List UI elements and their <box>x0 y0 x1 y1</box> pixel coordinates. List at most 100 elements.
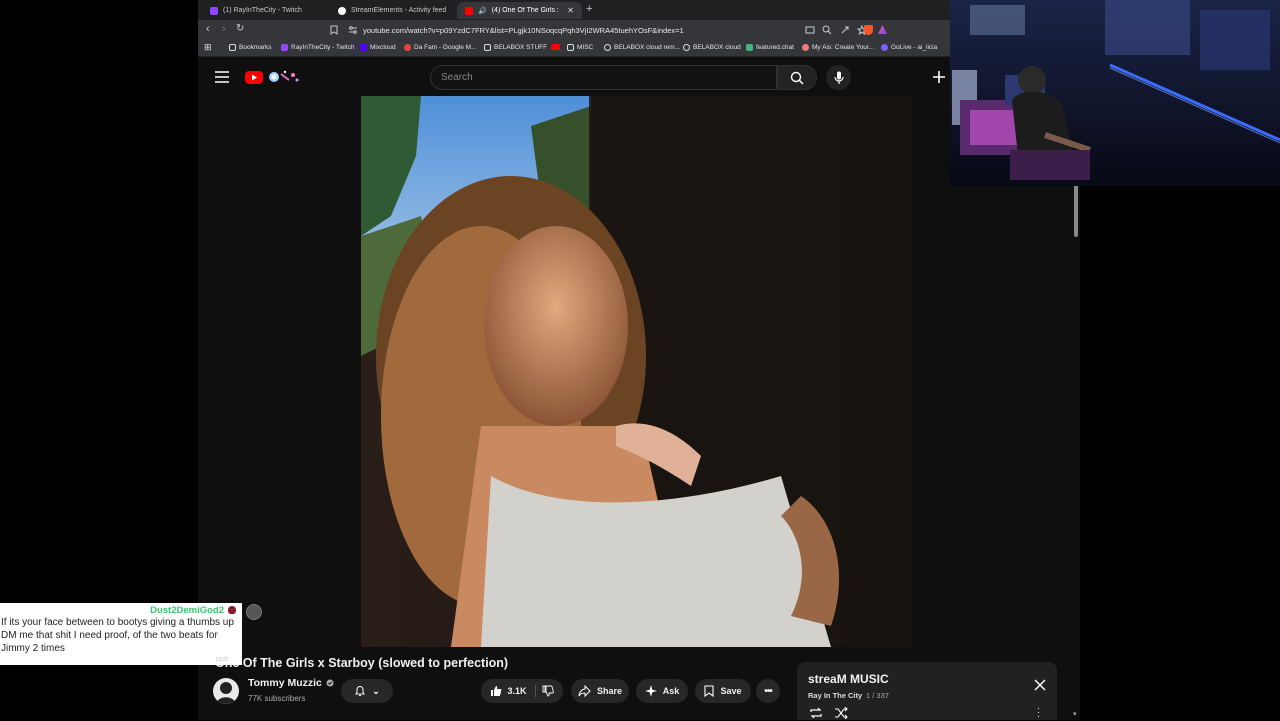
back-icon[interactable]: ‹ <box>206 23 210 35</box>
like-count: 3.1K <box>507 686 527 696</box>
bookmark-item[interactable]: Bookmarks <box>229 44 272 51</box>
brave-shield-icon[interactable] <box>864 25 873 35</box>
folder-icon <box>484 44 491 51</box>
thumbs-up-icon <box>491 686 502 696</box>
scroll-down-icon[interactable]: ▾ <box>1073 710 1077 718</box>
doodle-icon <box>267 69 301 85</box>
ask-label: Ask <box>662 686 680 696</box>
search-placeholder: Search <box>441 72 473 83</box>
save-button[interactable]: Save <box>695 679 751 703</box>
webcam-overlay <box>950 0 1280 186</box>
bookmark-star-icon[interactable] <box>329 25 339 35</box>
more-actions-button[interactable]: ••• <box>756 679 780 703</box>
folder-icon <box>567 44 574 51</box>
subscriber-count: 77K subscribers <box>248 694 306 703</box>
cast-icon[interactable] <box>805 25 815 35</box>
tab-streamelements[interactable]: StreamElements - Activity feed <box>330 2 455 19</box>
reload-icon[interactable]: ↻ <box>236 23 244 34</box>
bookmark-item[interactable]: My Ais: Create Your... <box>802 44 874 51</box>
bookmark-item[interactable]: GoLive - ai_licia <box>881 44 937 51</box>
new-tab-button[interactable]: + <box>586 3 592 15</box>
more-horizontal-icon: ••• <box>764 685 772 697</box>
bookmark-item[interactable]: BELABOX cloud <box>683 44 741 51</box>
create-icon[interactable] <box>932 70 946 84</box>
close-tab-icon[interactable]: ✕ <box>567 6 574 15</box>
zoom-icon[interactable] <box>822 25 832 35</box>
brave-rewards-icon[interactable] <box>878 25 887 34</box>
forward-icon[interactable]: › <box>222 23 226 35</box>
sparkle-icon <box>644 685 657 697</box>
shuffle-icon[interactable] <box>834 707 848 719</box>
bookmark-item[interactable]: featured.chat <box>746 44 794 51</box>
bookmark-item[interactable]: RayInTheCity - Twitch <box>281 44 354 51</box>
channel-row: Tommy Muzzic 77K subscribers ⌄ 3.1K Shar… <box>213 676 793 706</box>
chat-message-overlay: Dust2DemiGod2 If its your face between t… <box>0 603 242 665</box>
chat-username: Dust2DemiGod2 <box>150 605 224 616</box>
youtube-header: Search <box>198 58 950 96</box>
globe-icon <box>604 44 611 51</box>
tab-twitch[interactable]: (1) RayInTheCity - Twitch <box>202 2 327 19</box>
folder-icon <box>229 44 236 51</box>
globe-icon <box>683 44 690 51</box>
address-bar[interactable]: youtube.com/watch?v=p09YzdC7FRY&list=PLg… <box>363 23 813 38</box>
playlist-panel: streaM MUSIC Ray In The City 1 / 337 · · · <box>797 662 1057 721</box>
chat-avatar <box>246 604 262 620</box>
microphone-icon <box>833 71 844 84</box>
scrollbar[interactable] <box>1073 185 1079 720</box>
playlist-owner[interactable]: Ray In The City <box>808 691 862 700</box>
ai-licia-icon <box>881 44 888 51</box>
streamelements-icon <box>338 6 346 15</box>
thumbs-down-icon[interactable] <box>542 685 554 697</box>
bookmark-item[interactable]: MISC <box>567 44 593 51</box>
chat-icon <box>746 44 753 51</box>
scrollbar-thumb[interactable] <box>1074 185 1078 237</box>
chevron-down-icon: ⌄ <box>372 685 380 696</box>
bookmark-item[interactable]: BELABOX STUFF <box>484 44 547 51</box>
search-button[interactable] <box>777 65 817 90</box>
heart-badge-icon <box>228 606 236 614</box>
verified-icon <box>326 679 334 687</box>
more-vertical-icon[interactable]: · · · <box>1037 704 1040 721</box>
tab-label: (1) RayInTheCity - Twitch <box>223 7 302 14</box>
webcam-image <box>950 0 1280 186</box>
like-button[interactable]: 3.1K <box>490 685 536 697</box>
bookmark-icon <box>704 685 715 697</box>
ai-icon <box>802 44 809 51</box>
youtube-bookmark-icon[interactable] <box>551 44 560 50</box>
apps-icon[interactable]: ⊞ <box>204 42 212 53</box>
twitch-icon <box>210 6 218 15</box>
tab-label: (4) One Of The Girls x Starboy <box>491 7 559 14</box>
bell-icon <box>355 686 366 696</box>
channel-avatar[interactable] <box>213 678 239 704</box>
video-player[interactable] <box>361 96 912 647</box>
menu-icon[interactable] <box>215 71 229 83</box>
playlist-title[interactable]: streaM MUSIC <box>808 672 889 686</box>
bookmark-item[interactable]: Mixcloud <box>360 44 396 51</box>
close-icon[interactable] <box>1034 679 1046 691</box>
youtube-icon <box>465 6 473 15</box>
playlist-position: 1 / 337 <box>866 691 889 700</box>
bookmark-item[interactable]: Da Fam - Google M... <box>404 44 477 51</box>
video-title: One Of The Girls x Starboy (slowed to pe… <box>215 656 509 670</box>
share-button[interactable]: Share <box>571 679 629 703</box>
chat-message-text: If its your face between to bootys givin… <box>1 617 234 654</box>
site-info-icon[interactable] <box>348 25 358 35</box>
video-frame-image <box>361 96 912 647</box>
youtube-logo[interactable] <box>245 69 301 85</box>
loop-icon[interactable] <box>809 707 823 719</box>
save-label: Save <box>720 686 742 696</box>
browser-window: (1) RayInTheCity - Twitch StreamElements… <box>198 0 950 720</box>
twitch-icon <box>281 44 288 51</box>
channel-name[interactable]: Tommy Muzzic <box>248 677 322 689</box>
bookmarks-bar: ⊞ Bookmarks RayInTheCity - Twitch Mixclo… <box>198 41 950 57</box>
tab-youtube[interactable]: 🔊 (4) One Of The Girls x Starboy ✕ <box>457 2 582 19</box>
search-input[interactable]: Search <box>430 65 777 90</box>
search-icon <box>790 71 804 85</box>
ask-button[interactable]: Ask <box>636 679 688 703</box>
chat-timestamp: 13:02 <box>215 657 228 663</box>
voice-search-button[interactable] <box>826 65 851 90</box>
share-page-icon[interactable] <box>840 25 850 35</box>
maps-icon <box>404 44 411 51</box>
notification-bell-button[interactable]: ⌄ <box>341 679 393 703</box>
bookmark-item[interactable]: BELABOX cloud rem... <box>604 44 680 51</box>
